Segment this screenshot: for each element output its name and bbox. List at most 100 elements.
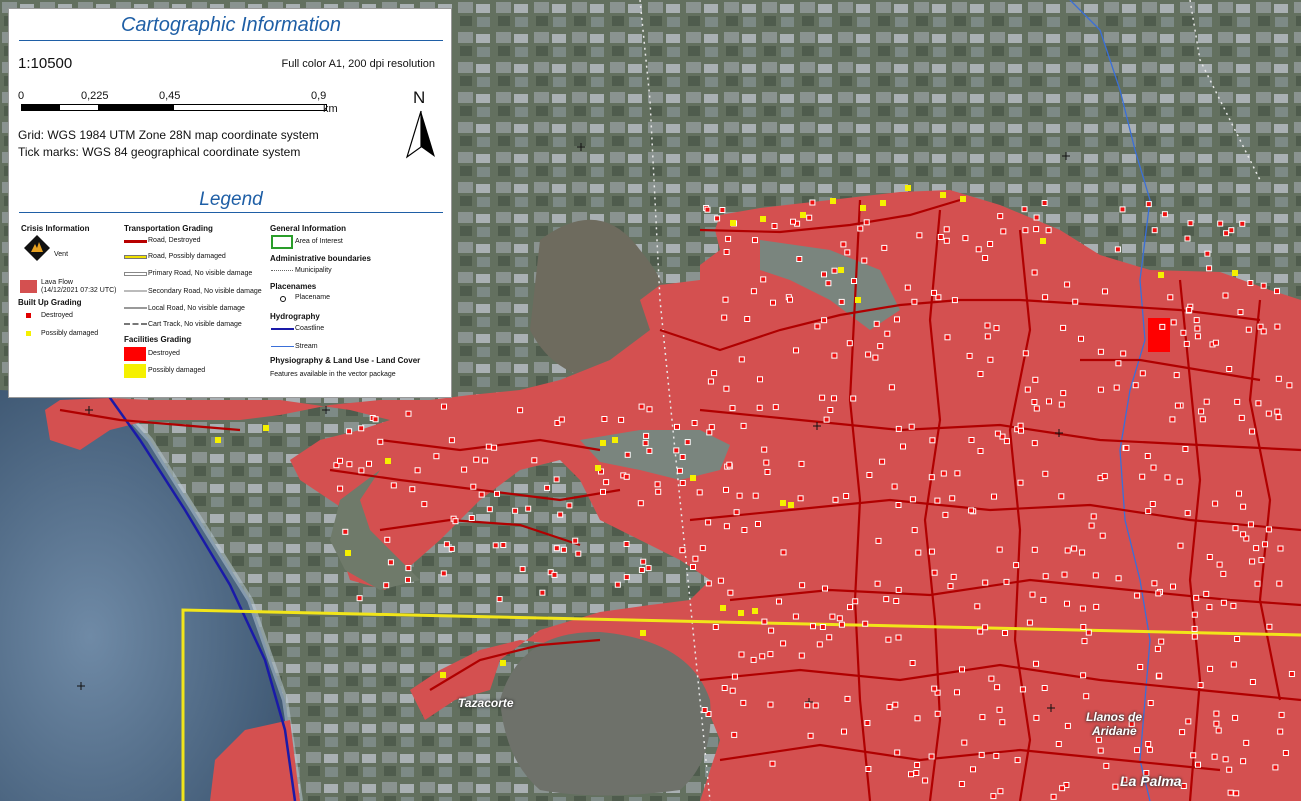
building-destroyed-marker xyxy=(1022,227,1029,234)
building-destroyed-marker xyxy=(691,420,698,426)
building-destroyed-marker xyxy=(928,474,935,481)
legend-physio-header: Physiography & Land Use - Land Cover xyxy=(270,356,421,365)
legend-transport-header: Transportation Grading xyxy=(124,224,213,233)
building-destroyed-marker xyxy=(654,481,661,488)
building-destroyed-marker xyxy=(1061,571,1068,578)
map-scale: 1:10500 xyxy=(18,55,73,72)
building-destroyed-marker xyxy=(731,731,738,738)
building-destroyed-marker xyxy=(387,559,394,566)
building-destroyed-marker xyxy=(750,288,757,295)
building-destroyed-marker xyxy=(723,385,730,392)
building-destroyed-marker xyxy=(1064,600,1070,607)
building-destroyed-marker xyxy=(1249,558,1256,565)
building-destroyed-marker xyxy=(847,604,853,611)
building-destroyed-marker xyxy=(1072,298,1079,305)
building-destroyed-marker xyxy=(485,443,492,450)
building-destroyed-marker xyxy=(844,249,851,256)
building-possibly-damaged-marker xyxy=(780,500,786,506)
building-destroyed-marker xyxy=(865,766,872,772)
building-destroyed-marker xyxy=(1115,360,1122,367)
building-destroyed-marker xyxy=(1173,372,1180,379)
building-destroyed-marker xyxy=(1161,211,1168,218)
building-destroyed-marker xyxy=(962,235,969,242)
building-destroyed-marker xyxy=(752,492,759,499)
building-destroyed-marker xyxy=(944,334,951,341)
building-destroyed-marker xyxy=(1203,590,1210,597)
building-destroyed-marker xyxy=(1179,729,1186,736)
building-destroyed-marker xyxy=(1003,438,1010,445)
building-destroyed-marker xyxy=(1046,398,1052,405)
building-destroyed-marker xyxy=(968,437,975,443)
building-destroyed-marker xyxy=(994,684,1001,691)
building-destroyed-marker xyxy=(763,459,770,466)
building-destroyed-marker xyxy=(1079,605,1086,612)
building-destroyed-marker xyxy=(701,707,708,713)
building-destroyed-marker xyxy=(575,550,582,557)
building-destroyed-marker xyxy=(1217,220,1224,227)
building-destroyed-marker xyxy=(807,732,814,739)
building-destroyed-marker xyxy=(1000,228,1007,235)
legend-municipality: Municipality xyxy=(295,267,332,274)
building-destroyed-marker xyxy=(816,641,823,648)
building-destroyed-marker xyxy=(1033,660,1039,667)
building-destroyed-marker xyxy=(405,565,412,572)
building-destroyed-marker xyxy=(764,469,771,475)
facility-destroyed xyxy=(1148,318,1170,352)
building-destroyed-marker xyxy=(705,580,712,587)
building-destroyed-marker xyxy=(977,371,984,377)
building-destroyed-marker xyxy=(1286,382,1293,389)
building-destroyed-marker xyxy=(1222,292,1229,299)
building-destroyed-marker xyxy=(1260,328,1267,335)
cart-track-swatch xyxy=(124,323,147,325)
building-destroyed-marker xyxy=(640,558,647,565)
building-destroyed-marker xyxy=(461,466,468,473)
building-destroyed-marker xyxy=(1254,580,1261,587)
building-destroyed-marker xyxy=(1029,591,1036,598)
scale-unit: km xyxy=(323,103,338,115)
building-destroyed-marker xyxy=(723,249,730,255)
building-destroyed-marker xyxy=(982,579,989,586)
building-destroyed-marker xyxy=(1120,350,1127,357)
building-destroyed-marker xyxy=(1097,348,1104,355)
building-destroyed-marker xyxy=(692,555,699,562)
building-destroyed-marker xyxy=(560,546,567,553)
building-destroyed-marker xyxy=(384,536,391,543)
building-destroyed-marker xyxy=(366,460,372,467)
building-destroyed-marker xyxy=(1158,638,1165,645)
building-destroyed-marker xyxy=(825,280,832,287)
building-destroyed-marker xyxy=(863,219,870,226)
building-destroyed-marker xyxy=(1134,747,1141,754)
building-destroyed-marker xyxy=(750,656,757,663)
building-destroyed-marker xyxy=(872,354,879,361)
building-possibly-damaged-marker xyxy=(640,630,646,636)
building-destroyed-marker xyxy=(1174,402,1181,409)
building-destroyed-marker xyxy=(977,448,984,454)
building-destroyed-marker xyxy=(934,497,941,504)
building-destroyed-marker xyxy=(990,793,997,800)
building-destroyed-marker xyxy=(358,425,365,432)
building-destroyed-marker xyxy=(409,486,416,493)
building-destroyed-marker xyxy=(1095,736,1102,743)
building-destroyed-marker xyxy=(519,566,526,573)
building-destroyed-marker xyxy=(618,416,625,423)
building-destroyed-marker xyxy=(1232,525,1239,532)
building-destroyed-marker xyxy=(895,502,902,508)
cartographic-info-panel: Cartographic Information 1:10500 Full co… xyxy=(8,8,452,398)
building-destroyed-marker xyxy=(1274,408,1281,415)
building-destroyed-marker xyxy=(793,347,799,354)
building-destroyed-marker xyxy=(1033,714,1040,721)
legend-facility-possibly: Possibly damaged xyxy=(148,367,206,374)
building-destroyed-marker xyxy=(1088,522,1095,529)
legend-facilities-header: Facilities Grading xyxy=(124,335,192,344)
building-destroyed-marker xyxy=(797,495,804,502)
building-destroyed-marker xyxy=(1031,546,1038,553)
building-destroyed-marker xyxy=(1083,693,1090,700)
building-destroyed-marker xyxy=(1114,246,1121,253)
building-possibly-damaged-marker xyxy=(612,437,618,443)
building-destroyed-marker xyxy=(1033,214,1040,221)
panel-title: Cartographic Information xyxy=(120,14,342,36)
legend-builtup-possibly: Possibly damaged xyxy=(41,330,99,337)
building-destroyed-marker xyxy=(1278,711,1285,718)
building-destroyed-marker xyxy=(1226,766,1233,773)
building-destroyed-marker xyxy=(443,541,450,548)
